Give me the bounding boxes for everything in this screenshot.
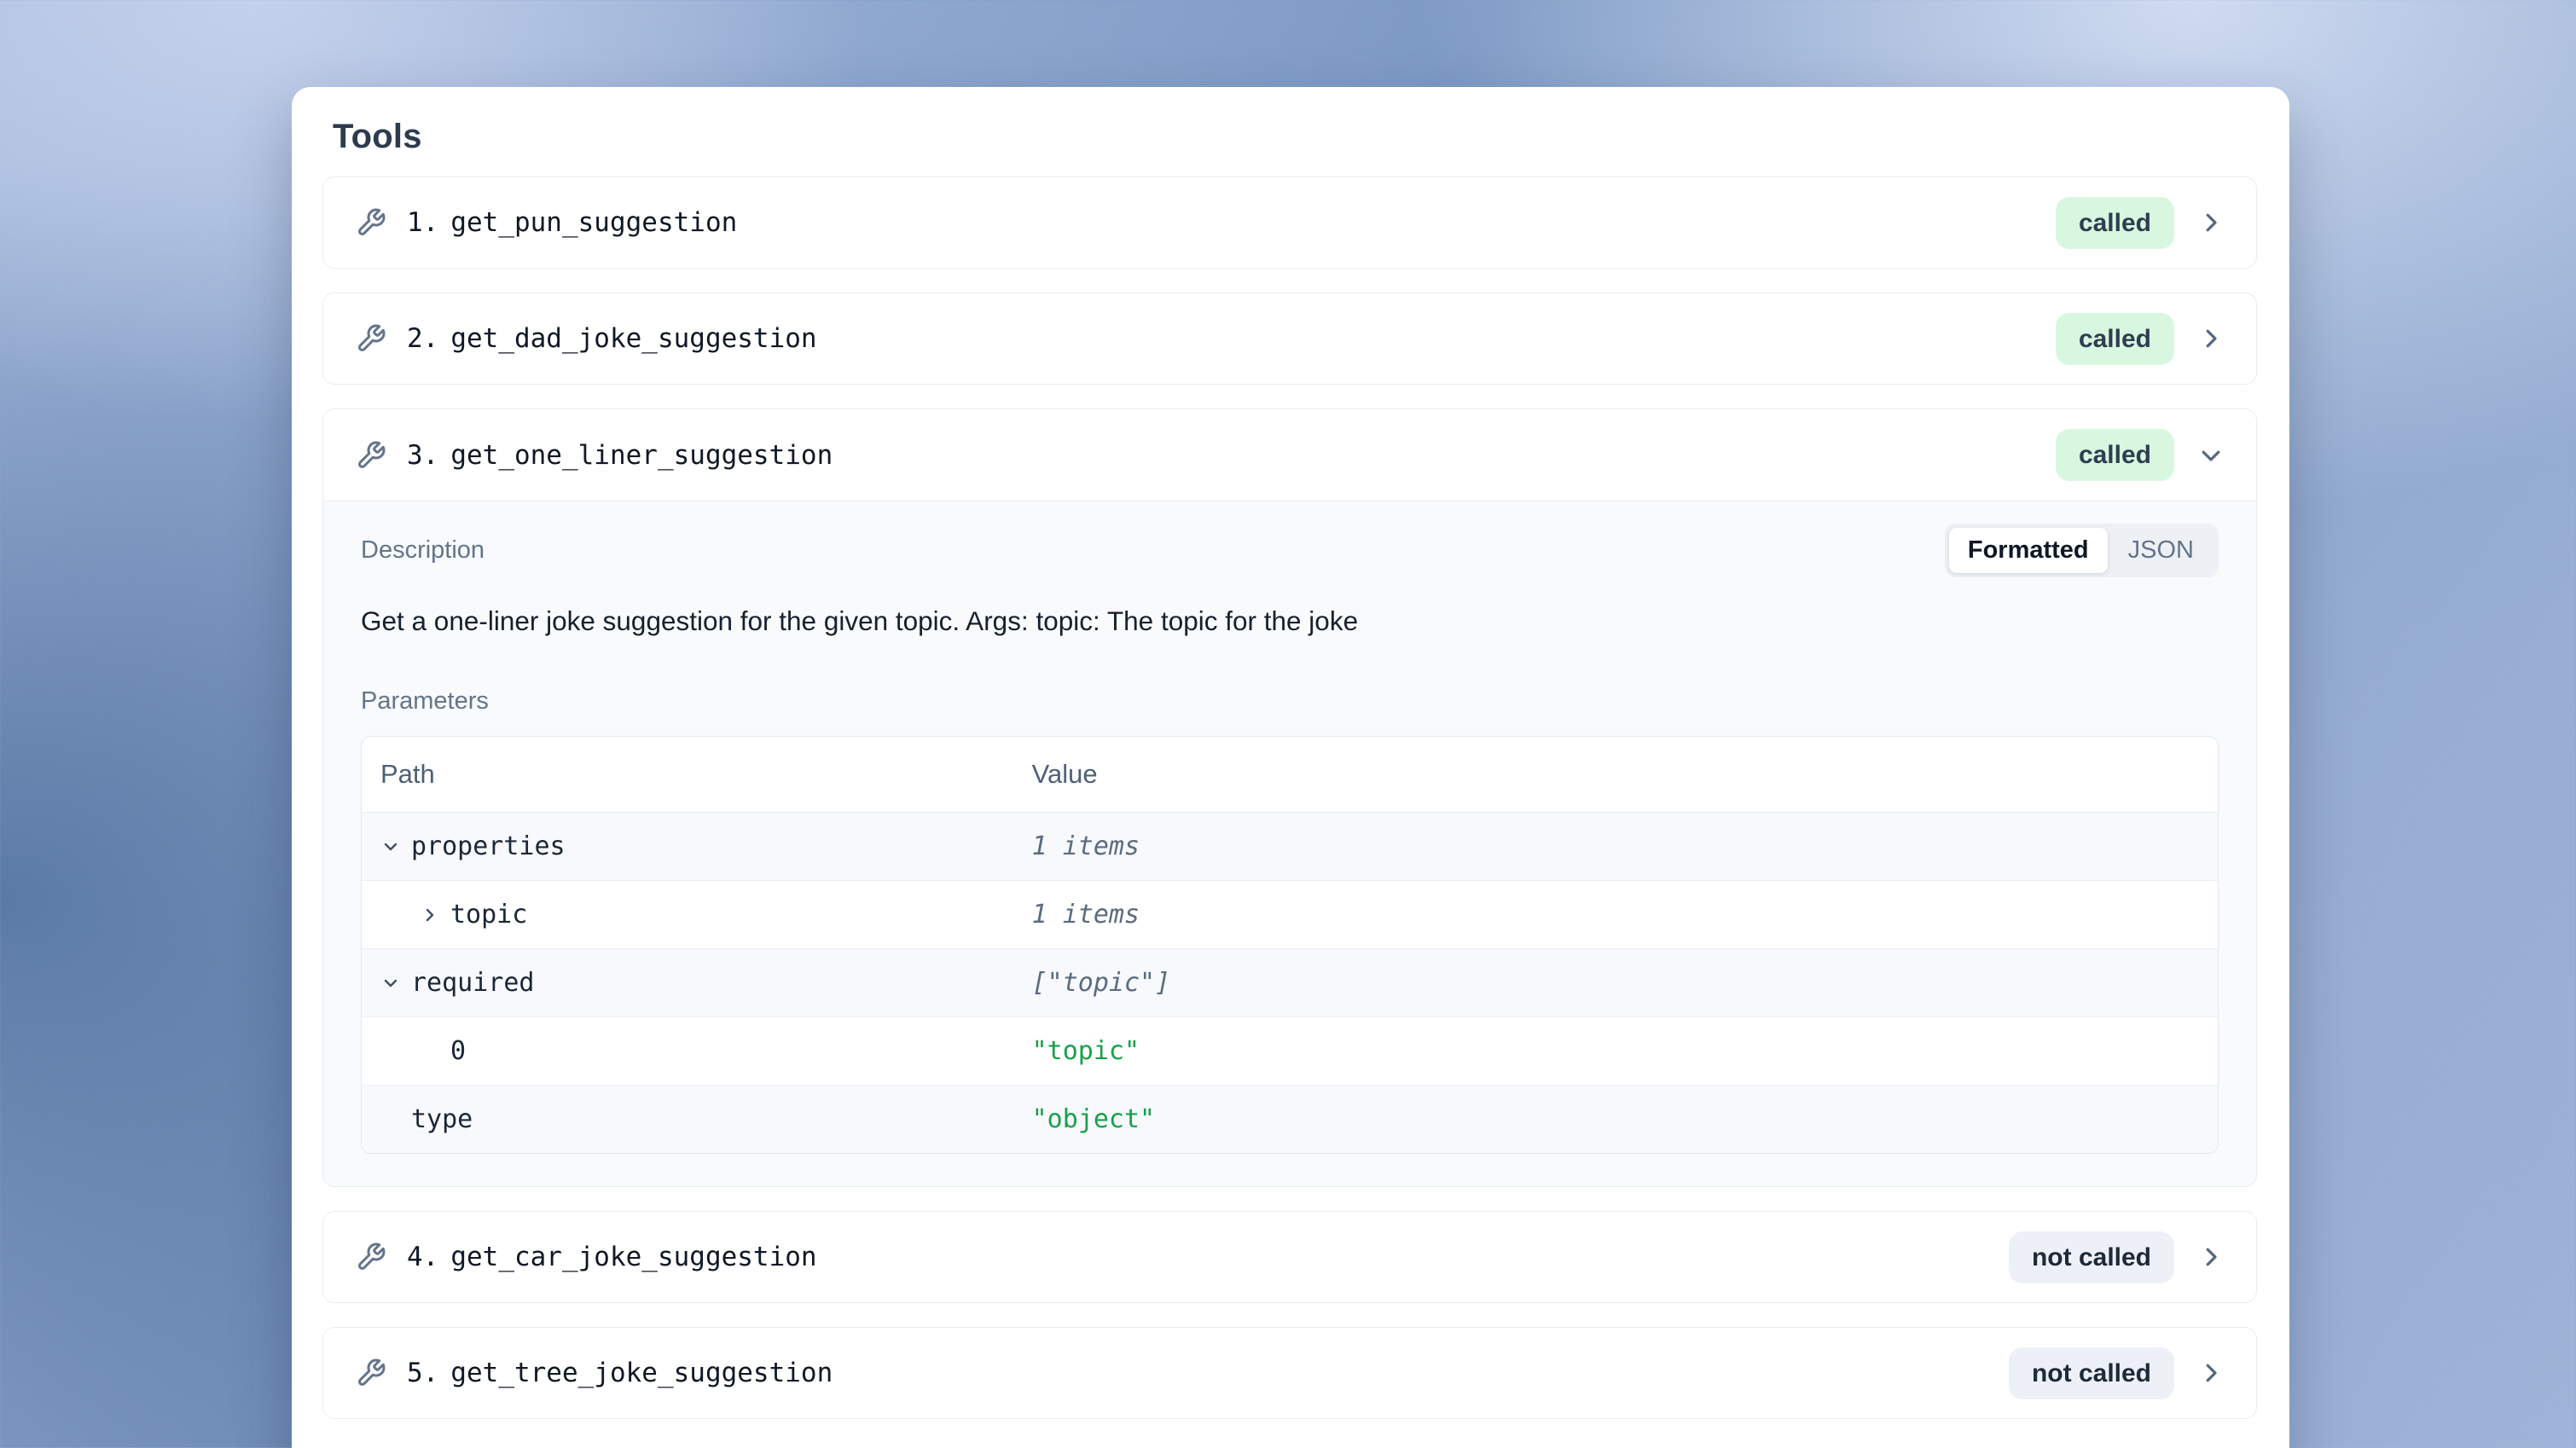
row-key: type (411, 1104, 473, 1134)
wrench-icon (356, 1242, 386, 1272)
path-column-header: Path (380, 759, 435, 790)
tool-detail-body: Description Formatted JSON Get a one-lin… (323, 501, 2256, 1186)
tool-name: 1.get_pun_suggestion (407, 207, 737, 238)
row-key: topic (450, 900, 527, 930)
row-value: ["topic"] (1032, 968, 1171, 998)
chevron-down-icon[interactable] (380, 973, 411, 993)
wrench-icon (356, 207, 386, 238)
row-key: properties (411, 831, 566, 861)
status-badge: not called (2009, 1231, 2174, 1283)
desktop-background: { "panel": { "title": "Tools" }, "labels… (0, 0, 2576, 1448)
chevron-right-icon[interactable] (420, 905, 450, 925)
tool-name: 5.get_tree_joke_suggestion (407, 1358, 833, 1388)
json-tab[interactable]: JSON (2108, 528, 2214, 573)
chevron-right-icon[interactable] (2198, 1244, 2224, 1270)
row-key: required (411, 968, 535, 998)
status-badge: called (2056, 429, 2174, 481)
row-value: "topic" (1032, 1036, 1140, 1066)
row-key: 0 (450, 1036, 466, 1066)
chevron-right-icon[interactable] (2198, 1360, 2224, 1386)
tool-description: Get a one-liner joke suggestion for the … (361, 605, 2219, 638)
table-row-type: type "object" (362, 1085, 2218, 1153)
table-row-properties: properties 1 items (362, 812, 2218, 880)
chevron-down-icon[interactable] (380, 837, 411, 857)
wrench-icon (356, 1358, 386, 1388)
table-row-topic: topic 1 items (362, 880, 2218, 948)
view-toggle: Formatted JSON (1945, 524, 2219, 577)
table-row-required: required ["topic"] (362, 948, 2218, 1016)
tool-name: 2.get_dad_joke_suggestion (407, 323, 817, 354)
table-row-required-0: 0 "topic" (362, 1016, 2218, 1085)
row-value: 1 items (1032, 831, 1140, 861)
status-badge: called (2056, 313, 2174, 365)
tool-name: 4.get_car_joke_suggestion (407, 1242, 817, 1272)
tool-row-get-tree-joke-suggestion[interactable]: 5.get_tree_joke_suggestion not called (322, 1327, 2257, 1419)
tool-row-get-car-joke-suggestion[interactable]: 4.get_car_joke_suggestion not called (322, 1211, 2257, 1303)
row-value: 1 items (1032, 900, 1140, 930)
value-column-header: Value (1032, 759, 1098, 789)
chevron-right-icon[interactable] (2198, 210, 2224, 235)
description-label: Description (361, 536, 484, 565)
chevron-down-icon[interactable] (2198, 443, 2224, 468)
status-badge: not called (2009, 1347, 2174, 1399)
status-badge: called (2056, 197, 2174, 249)
wrench-icon (356, 323, 386, 354)
tool-row-get-one-liner-suggestion-expanded: 3.get_one_liner_suggestion called Descri… (322, 408, 2257, 1187)
tool-header[interactable]: 3.get_one_liner_suggestion called (323, 409, 2256, 501)
page-title: Tools (333, 118, 2257, 156)
wrench-icon (356, 440, 386, 471)
formatted-tab[interactable]: Formatted (1949, 528, 2108, 573)
tools-panel: Tools 1.get_pun_suggestion called 2.get_… (292, 87, 2289, 1448)
tool-row-get-dad-joke-suggestion[interactable]: 2.get_dad_joke_suggestion called (322, 292, 2257, 385)
tool-row-get-pun-suggestion[interactable]: 1.get_pun_suggestion called (322, 177, 2257, 269)
table-header-row: Path Value (362, 737, 2218, 812)
parameters-table: Path Value properties 1 items (361, 736, 2219, 1154)
chevron-right-icon[interactable] (2198, 326, 2224, 351)
row-value: "object" (1032, 1104, 1156, 1134)
tool-name: 3.get_one_liner_suggestion (407, 440, 833, 471)
parameters-label: Parameters (361, 687, 2219, 715)
